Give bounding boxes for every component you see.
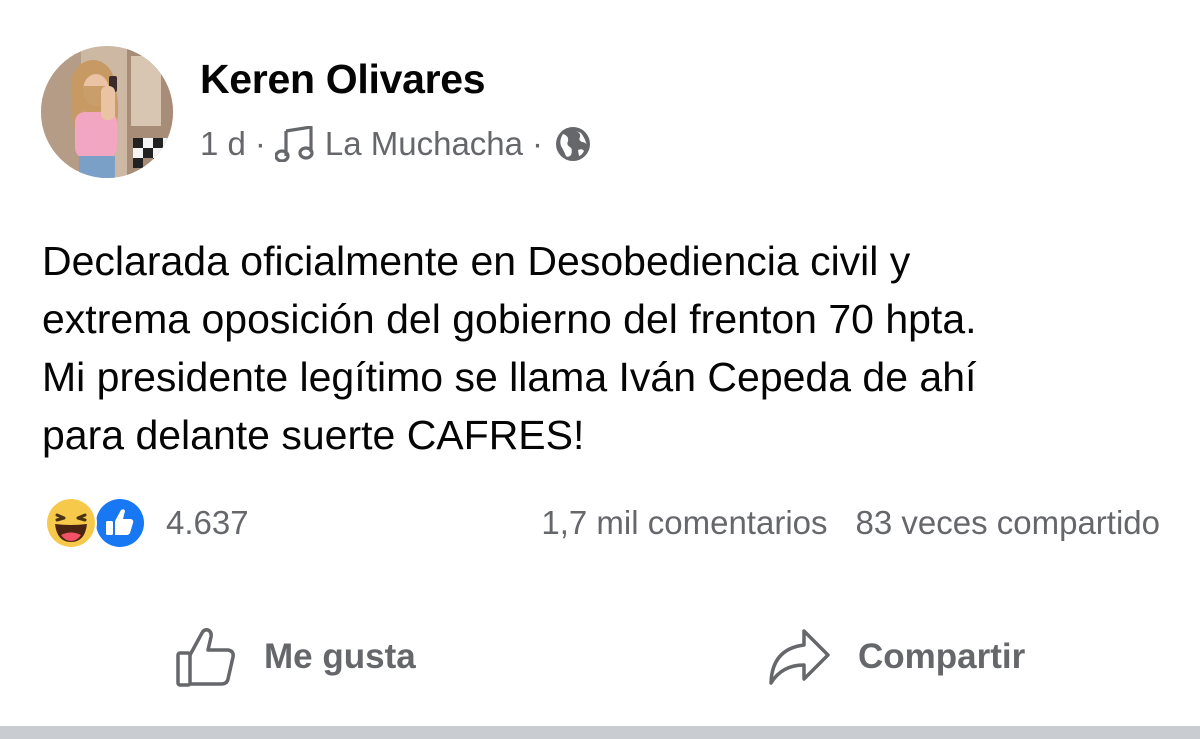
share-arrow-icon: [766, 625, 832, 689]
feed-divider: [0, 726, 1200, 739]
thumbs-up-icon: [174, 625, 238, 689]
comments-count[interactable]: 1,7 mil comentarios: [541, 504, 827, 542]
avatar-photo: [41, 46, 173, 178]
engagement-stats: 1,7 mil comentarios 83 veces compartido: [541, 500, 1160, 546]
reactions-summary[interactable]: 4.637: [44, 494, 249, 552]
avatar[interactable]: [41, 46, 173, 178]
globe-icon: [554, 125, 592, 163]
post-text: Declarada oficialmente en Desobediencia …: [42, 232, 1172, 464]
shares-count[interactable]: 83 veces compartido: [856, 504, 1161, 542]
post-text-line: extrema oposición del gobierno del frent…: [42, 296, 977, 342]
like-reaction-icon: [93, 496, 147, 550]
reaction-count: 4.637: [166, 504, 249, 541]
music-label[interactable]: La Muchacha: [325, 125, 523, 163]
author-name[interactable]: Keren Olivares: [200, 56, 486, 103]
facebook-post: Keren Olivares 1 d · La Muchacha · Decla…: [0, 0, 1200, 739]
share-label: Compartir: [858, 637, 1026, 676]
post-text-line: Declarada oficialmente en Desobediencia …: [42, 238, 911, 284]
haha-reaction-icon: [45, 497, 97, 549]
music-note-icon: [274, 126, 315, 162]
post-text-line: para delante suerte CAFRES!: [42, 412, 585, 458]
action-bar: Me gusta Compartir: [0, 622, 1200, 692]
meta-separator: ·: [254, 125, 266, 162]
meta-separator: ·: [532, 125, 544, 162]
post-meta: 1 d · La Muchacha ·: [200, 122, 592, 166]
like-button[interactable]: Me gusta: [174, 622, 416, 692]
post-time[interactable]: 1 d: [200, 125, 246, 163]
post-text-line: Mi presidente legítimo se llama Iván Cep…: [42, 354, 977, 400]
like-label: Me gusta: [264, 637, 416, 676]
reaction-icons: [44, 494, 156, 552]
share-button[interactable]: Compartir: [766, 622, 1025, 692]
